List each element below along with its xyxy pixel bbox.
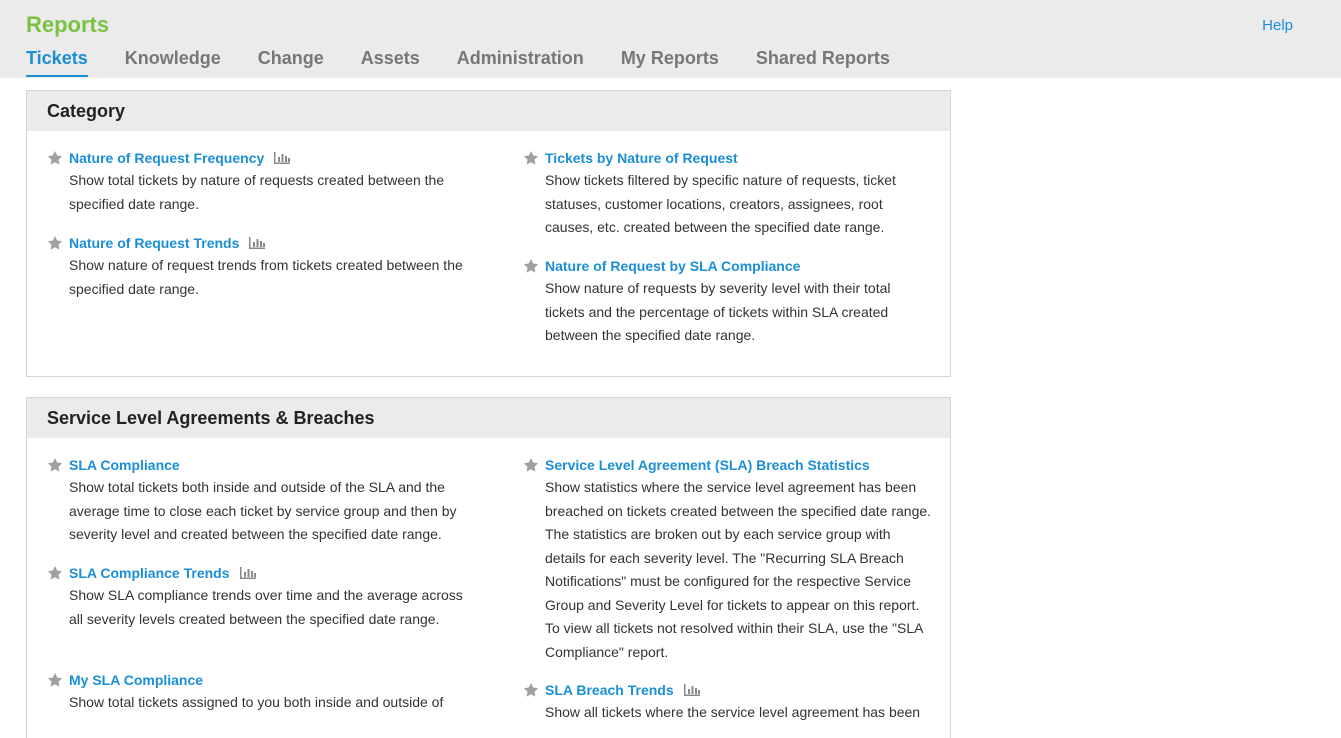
report-link[interactable]: Nature of Request by SLA Compliance: [545, 258, 800, 274]
report-item: Tickets by Nature of Request Show ticket…: [523, 147, 933, 240]
tab-tickets[interactable]: Tickets: [26, 48, 88, 77]
help-link[interactable]: Help: [1262, 17, 1293, 34]
favorite-star-icon[interactable]: [47, 565, 63, 581]
report-description: Show total tickets assigned to you both …: [69, 694, 444, 710]
top-header: Reports Help Tickets Knowledge Change As…: [0, 0, 1341, 78]
bar-chart-icon: [249, 237, 266, 249]
report-description: Show total tickets by nature of requests…: [69, 172, 445, 212]
panel-title: Service Level Agreements & Breaches: [27, 398, 950, 438]
report-description: Show statistics where the service level …: [545, 479, 932, 660]
report-description: Show nature of request trends from ticke…: [69, 257, 463, 297]
report-item: SLA Compliance Show total tickets both i…: [47, 454, 467, 547]
report-link[interactable]: Nature of Request Frequency: [69, 150, 264, 166]
tab-my-reports[interactable]: My Reports: [621, 48, 719, 77]
favorite-star-icon[interactable]: [523, 682, 539, 698]
favorite-star-icon[interactable]: [47, 150, 63, 166]
favorite-star-icon[interactable]: [523, 258, 539, 274]
sla-panel: Service Level Agreements & Breaches SLA …: [26, 397, 951, 738]
bar-chart-icon: [683, 684, 700, 696]
bar-chart-icon: [274, 152, 291, 164]
report-item: My SLA Compliance Show total tickets ass…: [47, 669, 467, 715]
favorite-star-icon[interactable]: [47, 672, 63, 688]
report-item: Nature of Request Frequency Show total t…: [47, 147, 467, 216]
report-link[interactable]: Tickets by Nature of Request: [545, 150, 738, 166]
app-title: Reports: [26, 12, 110, 37]
tab-change[interactable]: Change: [258, 48, 324, 77]
report-description: Show total tickets both inside and outsi…: [69, 479, 457, 542]
favorite-star-icon[interactable]: [523, 150, 539, 166]
report-link[interactable]: Service Level Agreement (SLA) Breach Sta…: [545, 457, 870, 473]
report-item: SLA Breach Trends Show all tickets where…: [523, 679, 933, 725]
report-description: Show SLA compliance trends over time and…: [69, 587, 463, 627]
bar-chart-icon: [239, 567, 256, 579]
panel-title: Category: [27, 91, 950, 131]
tab-administration[interactable]: Administration: [457, 48, 584, 77]
report-description: Show nature of requests by severity leve…: [545, 280, 891, 343]
tab-assets[interactable]: Assets: [361, 48, 420, 77]
report-item: SLA Compliance Trends Show SLA complianc…: [47, 562, 467, 631]
favorite-star-icon[interactable]: [523, 457, 539, 473]
tab-shared-reports[interactable]: Shared Reports: [756, 48, 890, 77]
report-link[interactable]: Nature of Request Trends: [69, 235, 239, 251]
favorite-star-icon[interactable]: [47, 457, 63, 473]
report-item: Nature of Request by SLA Compliance Show…: [523, 255, 933, 348]
report-link[interactable]: SLA Breach Trends: [545, 682, 674, 698]
report-link[interactable]: SLA Compliance: [69, 457, 180, 473]
report-tabs: Tickets Knowledge Change Assets Administ…: [26, 48, 927, 77]
category-panel: Category Nature of Request Frequency Sho…: [26, 90, 951, 377]
report-link[interactable]: SLA Compliance Trends: [69, 565, 230, 581]
report-item: Service Level Agreement (SLA) Breach Sta…: [523, 454, 933, 664]
favorite-star-icon[interactable]: [47, 235, 63, 251]
report-description: Show tickets filtered by specific nature…: [545, 172, 896, 235]
tab-knowledge[interactable]: Knowledge: [125, 48, 221, 77]
report-item: Nature of Request Trends Show nature of …: [47, 232, 467, 301]
report-link[interactable]: My SLA Compliance: [69, 672, 203, 688]
